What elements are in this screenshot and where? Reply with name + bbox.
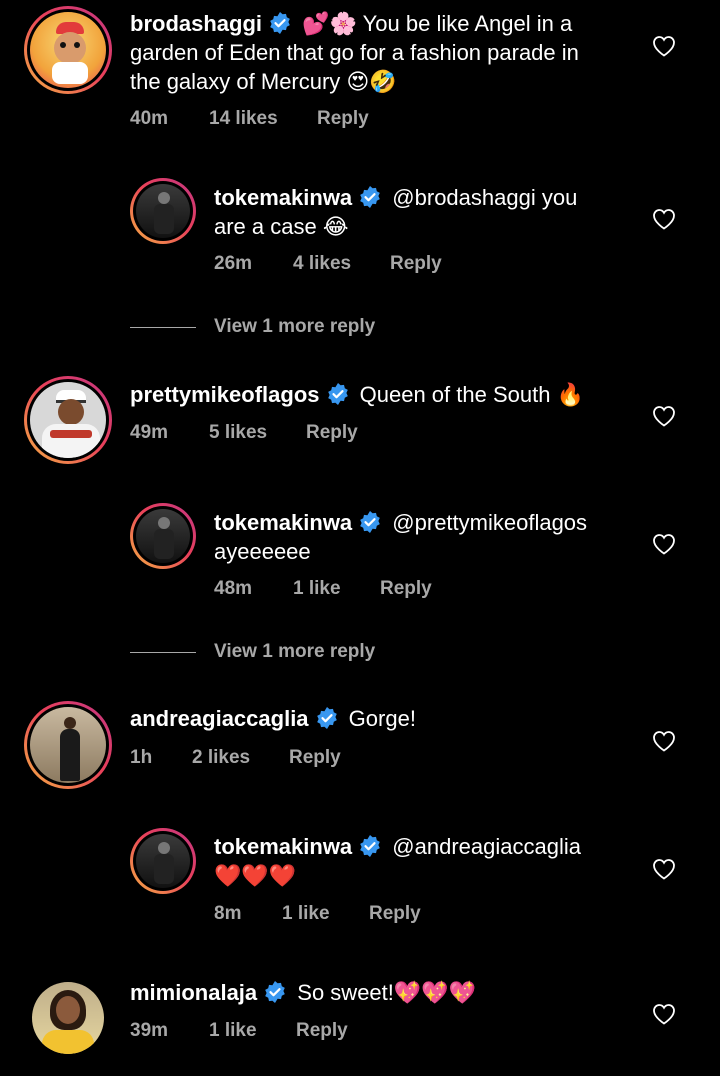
comment-text: So sweet!💖💖💖 — [297, 980, 477, 1005]
comment-text: the galaxy of Mercury 😍🤣 — [130, 69, 397, 94]
timestamp: 26m — [214, 253, 253, 274]
comment-text: ❤️❤️❤️ — [214, 863, 297, 888]
avatar[interactable] — [24, 6, 112, 94]
timestamp: 1h — [130, 747, 153, 768]
reply-button[interactable]: Reply — [390, 253, 442, 275]
comment-text: Queen of the South 🔥 — [359, 382, 584, 407]
verified-badge-icon — [360, 186, 380, 208]
timestamp: 8m — [214, 903, 242, 924]
reply-button[interactable]: Reply — [369, 903, 421, 925]
like-count[interactable]: 5 likes — [209, 422, 267, 444]
reply-button[interactable]: Reply — [317, 108, 369, 130]
reply-button[interactable]: Reply — [296, 1020, 348, 1042]
comment-text: 💕🌸 You be like Angel in a — [302, 11, 573, 36]
avatar[interactable] — [130, 503, 196, 569]
avatar[interactable] — [24, 701, 112, 789]
avatar[interactable] — [32, 982, 104, 1054]
comment-text: @brodashaggi you — [392, 185, 578, 210]
like-count[interactable]: 2 likes — [192, 747, 250, 769]
like-count[interactable]: 1 like — [293, 578, 341, 600]
comment-text: ayeeeeee — [214, 539, 311, 564]
view-more-label[interactable]: View 1 more reply — [214, 316, 375, 338]
like-heart-icon[interactable] — [652, 858, 676, 880]
verified-badge-icon — [360, 511, 380, 533]
verified-badge-icon — [327, 383, 348, 405]
reply-button[interactable]: Reply — [289, 747, 341, 769]
comment-text: garden of Eden that go for a fashion par… — [130, 40, 579, 65]
divider — [130, 327, 196, 328]
avatar[interactable] — [24, 376, 112, 464]
username[interactable]: mimionalaja — [130, 980, 257, 1005]
verified-badge-icon — [316, 707, 337, 729]
username[interactable]: tokemakinwa — [214, 834, 352, 859]
reply-button[interactable]: Reply — [306, 422, 358, 444]
like-count[interactable]: 1 like — [209, 1020, 257, 1042]
like-heart-icon[interactable] — [652, 405, 676, 427]
avatar[interactable] — [130, 178, 196, 244]
username[interactable]: prettymikeoflagos — [130, 382, 320, 407]
like-heart-icon[interactable] — [652, 533, 676, 555]
like-heart-icon[interactable] — [652, 1003, 676, 1025]
username[interactable]: tokemakinwa — [214, 185, 352, 210]
comment-text: Gorge! — [348, 706, 416, 731]
username[interactable]: andreagiaccaglia — [130, 706, 309, 731]
reply-button[interactable]: Reply — [380, 578, 432, 600]
like-count[interactable]: 4 likes — [293, 253, 351, 275]
username[interactable]: tokemakinwa — [214, 510, 352, 535]
divider — [130, 652, 196, 653]
verified-badge-icon — [360, 835, 380, 857]
timestamp: 49m — [130, 422, 169, 443]
comment-text: are a case 😂 — [214, 214, 349, 239]
timestamp: 48m — [214, 578, 253, 599]
verified-badge-icon — [270, 12, 290, 34]
comment-text: @prettymikeoflagos — [392, 510, 588, 535]
timestamp: 40m — [130, 108, 169, 129]
like-heart-icon[interactable] — [652, 35, 676, 57]
view-more-label[interactable]: View 1 more reply — [214, 641, 375, 663]
comment-text: @andreagiaccaglia — [392, 834, 581, 859]
username[interactable]: brodashaggi — [130, 11, 262, 36]
like-count[interactable]: 1 like — [282, 903, 330, 925]
like-heart-icon[interactable] — [652, 730, 676, 752]
timestamp: 39m — [130, 1020, 169, 1041]
like-count[interactable]: 14 likes — [209, 108, 278, 130]
verified-badge-icon — [265, 981, 285, 1003]
like-heart-icon[interactable] — [652, 208, 676, 230]
avatar[interactable] — [130, 828, 196, 894]
